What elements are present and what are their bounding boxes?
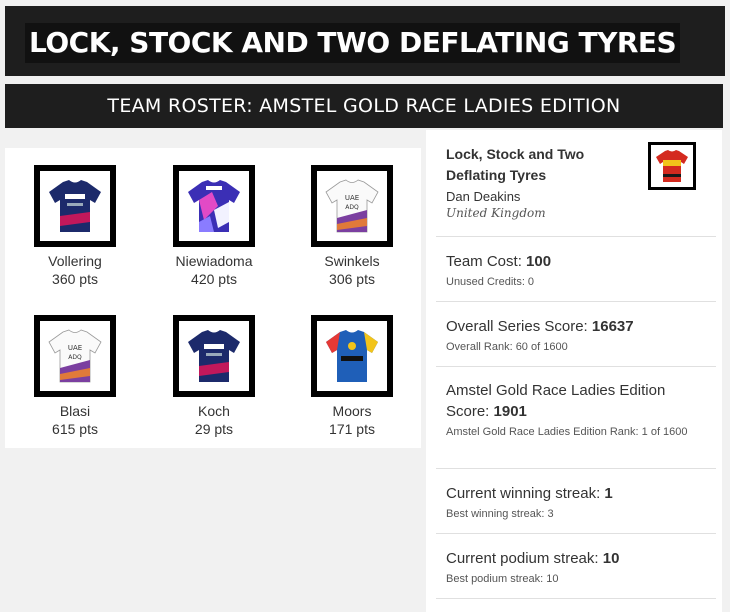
rider-card-vollering[interactable]: Vollering 360 pts — [5, 165, 145, 288]
rider-card-niewiadoma[interactable]: Niewiadoma 420 pts — [144, 165, 284, 288]
uae-adq-jersey-icon: UAE ADQ — [34, 315, 116, 397]
winning-streak-block: Current winning streak: 1 Best winning s… — [436, 468, 716, 522]
winning-streak-label: Current winning streak: — [446, 485, 605, 502]
best-podium-streak: Best podium streak: 10 — [446, 573, 559, 585]
team-name: Lock, Stock and Two Deflating Tyres — [446, 146, 585, 183]
fdj-suez-jersey-icon — [34, 165, 116, 247]
lidl-trek-jersey-icon — [311, 315, 393, 397]
series-score-label: Overall Series Score: — [446, 318, 592, 335]
rider-name: Vollering — [48, 253, 102, 269]
rider-card-moors[interactable]: Moors 171 pts — [282, 315, 422, 438]
winning-streak-value: 1 — [604, 485, 613, 502]
race-score-block: Amstel Gold Race Ladies Edition Score: 1… — [436, 366, 716, 440]
uae-adq-jersey-icon: UAE ADQ — [311, 165, 393, 247]
rider-points: 615 pts — [52, 421, 98, 437]
series-score-value: 16637 — [591, 318, 634, 335]
rider-points: 420 pts — [191, 271, 237, 287]
rider-card-koch[interactable]: Koch 29 pts — [144, 315, 284, 438]
team-cost-label: Team Cost: — [446, 253, 527, 270]
manager-country: United Kingdom — [446, 206, 546, 220]
svg-text:ADQ: ADQ — [68, 354, 82, 361]
manager-name: Dan Deakins — [446, 189, 521, 204]
rider-points: 29 pts — [194, 421, 234, 437]
rider-name: Niewiadoma — [175, 253, 253, 269]
rider-name: Blasi — [59, 403, 91, 419]
rider-points: 171 pts — [329, 421, 375, 437]
overall-rank: Overall Rank: 60 of 1600 — [446, 341, 568, 353]
team-cost-block: Team Cost: 100 Unused Credits: 0 — [436, 236, 716, 290]
panel-divider — [436, 598, 716, 599]
fdj-suez-jersey-icon — [173, 315, 255, 397]
rider-card-swinkels[interactable]: UAE ADQ Swinkels 306 pts — [282, 165, 422, 288]
svg-text:UAE: UAE — [345, 194, 359, 202]
podium-streak-value: 10 — [602, 550, 620, 567]
rider-name: Swinkels — [324, 253, 380, 269]
rider-points: 360 pts — [52, 271, 98, 287]
rider-points: 306 pts — [329, 271, 375, 287]
podium-streak-block: Current podium streak: 10 Best podium st… — [436, 533, 716, 587]
best-winning-streak: Best winning streak: 3 — [446, 508, 554, 520]
rider-card-blasi[interactable]: UAE ADQ Blasi 615 pts — [5, 315, 145, 438]
title-bar: LOCK, STOCK AND TWO DEFLATING TYRES — [5, 6, 725, 76]
series-score-block: Overall Series Score: 16637 Overall Rank… — [436, 301, 716, 355]
team-header: Lock, Stock and Two Deflating Tyres Dan … — [446, 144, 646, 222]
team-cost-value: 100 — [526, 253, 552, 270]
rider-name: Moors — [332, 403, 372, 419]
team-info-panel: Lock, Stock and Two Deflating Tyres Dan … — [426, 130, 722, 612]
page-title: LOCK, STOCK AND TWO DEFLATING TYRES — [25, 23, 681, 63]
roster-panel: Vollering 360 pts Niewiadoma 420 pts UAE… — [5, 148, 421, 448]
svg-text:ADQ: ADQ — [345, 204, 359, 211]
roster-heading: TEAM ROSTER: AMSTEL GOLD RACE LADIES EDI… — [5, 84, 723, 128]
race-rank: Amstel Gold Race Ladies Edition Rank: 1 … — [446, 426, 688, 438]
team-jersey-icon — [648, 142, 696, 190]
race-score-value: 1901 — [493, 403, 527, 420]
rider-name: Koch — [198, 403, 230, 419]
race-score-label: Amstel Gold Race Ladies Edition Score: — [446, 382, 666, 420]
unused-credits: Unused Credits: 0 — [446, 276, 535, 288]
podium-streak-label: Current podium streak: — [446, 550, 603, 567]
svg-text:UAE: UAE — [68, 344, 82, 352]
canyon-sram-jersey-icon — [173, 165, 255, 247]
